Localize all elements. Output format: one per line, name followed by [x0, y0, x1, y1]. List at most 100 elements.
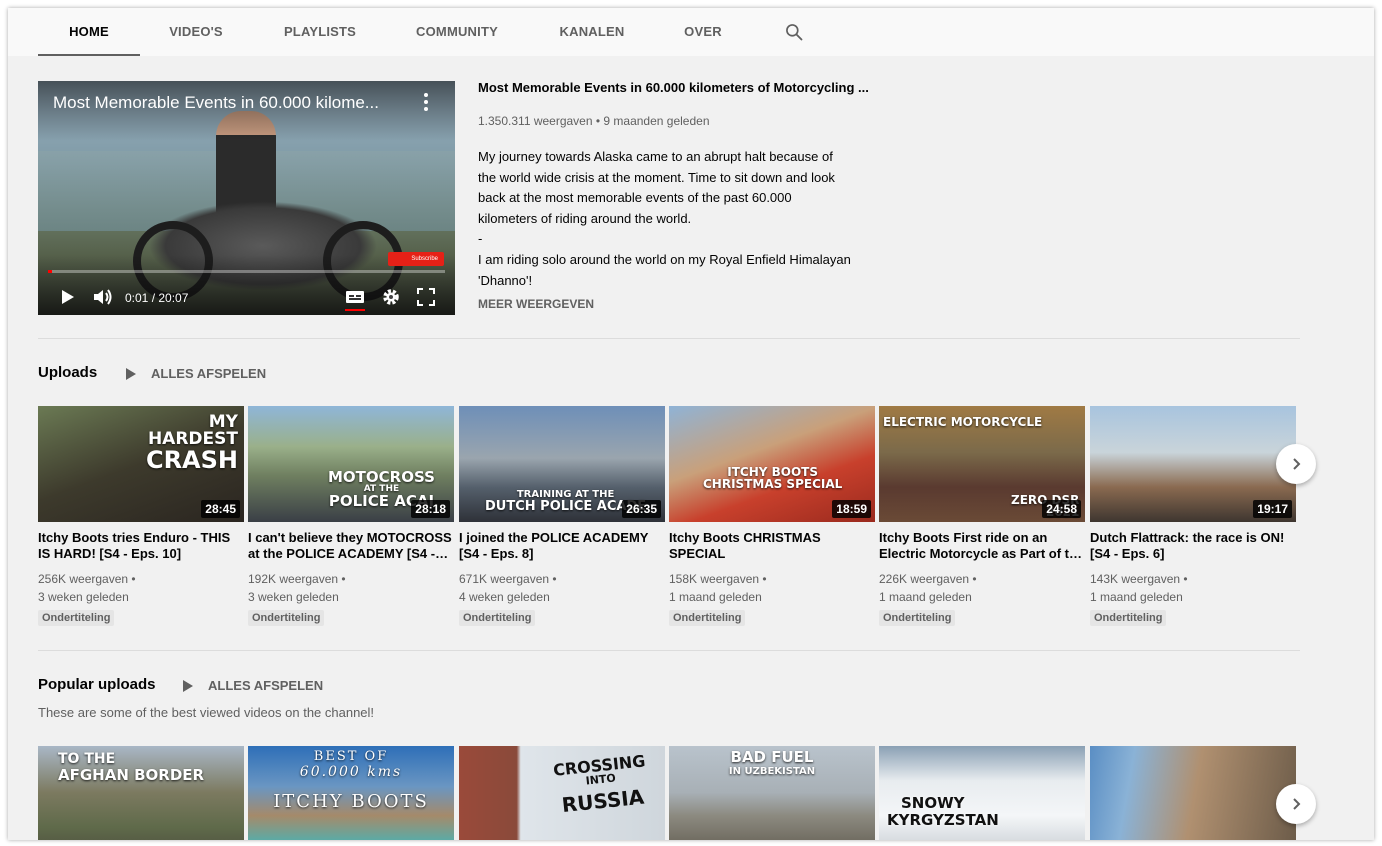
video-views: 158K weergaven •: [669, 572, 767, 586]
video-card[interactable]: MY HARDEST CRASH 28:45 Itchy Boots tries…: [38, 406, 244, 626]
subscribe-watermark[interactable]: Subscribe: [388, 252, 444, 266]
uploads-play-all-button[interactable]: ALLES AFSPELEN: [126, 364, 266, 384]
popular-play-all-button[interactable]: ALLES AFSPELEN: [183, 676, 323, 696]
video-age: 4 weken geleden: [459, 590, 550, 604]
video-title[interactable]: Itchy Boots tries Enduro - THIS IS HARD!…: [38, 530, 244, 562]
thumbnail-caption: BEST OF 60.000 kms ITCHY BOOTS: [273, 749, 429, 812]
description-line: -: [478, 231, 483, 247]
show-more-button[interactable]: MEER WEERGEVEN: [478, 297, 594, 311]
channel-page: HOME VIDEO'S PLAYLISTS COMMUNITY KANALEN…: [8, 8, 1374, 840]
gear-icon[interactable]: [381, 287, 401, 307]
video-duration: 19:17: [1253, 500, 1292, 518]
description-line: 'Dhanno'!: [478, 272, 533, 288]
video-card[interactable]: MOTOCROSS AT THE POLICE ACAI 28:18 I can…: [248, 406, 454, 626]
description-line: My journey towards Alaska came to an abr…: [478, 149, 833, 164]
video-thumbnail[interactable]: BEST OF 60.000 kms ITCHY BOOTS: [248, 746, 454, 840]
video-age: 1 maand geleden: [879, 590, 972, 604]
thumbnail-caption: CROSSING INTO RUSSIA: [552, 751, 647, 818]
thumbnail-caption: ELECTRIC MOTORCYCLE: [883, 415, 1043, 429]
tab-home[interactable]: HOME: [38, 8, 140, 56]
thumbnail-caption: SNOWY KYRGYZSTAN: [887, 794, 999, 829]
subtitles-badge: Ondertiteling: [879, 610, 956, 626]
video-card[interactable]: [1090, 746, 1296, 840]
video-card[interactable]: BAD FUEL IN UZBEKISTAN: [669, 746, 875, 840]
video-thumbnail[interactable]: BAD FUEL IN UZBEKISTAN: [669, 746, 875, 840]
video-thumbnail[interactable]: [1090, 746, 1296, 840]
video-thumbnail[interactable]: ITCHY BOOTS CHRISTMAS SPECIAL 18:59: [669, 406, 875, 522]
video-duration: 24:58: [1042, 500, 1081, 518]
popular-next-button[interactable]: [1276, 784, 1316, 824]
chevron-right-icon: [1293, 458, 1301, 470]
video-age: 3 weken geleden: [248, 590, 339, 604]
chevron-right-icon: [1293, 798, 1301, 810]
video-thumbnail[interactable]: CROSSING INTO RUSSIA: [459, 746, 665, 840]
video-duration: 26:35: [622, 500, 661, 518]
video-card[interactable]: ELECTRIC MOTORCYCLE ZERO DSR 2021 24:58 …: [879, 406, 1085, 626]
player-progress-bar[interactable]: [48, 270, 445, 273]
video-thumbnail[interactable]: TRAINING AT THE DUTCH POLICE ACADE 26:35: [459, 406, 665, 522]
video-card[interactable]: TO THE AFGHAN BORDER: [38, 746, 244, 840]
description-line: the world wide crisis at the moment. Tim…: [478, 169, 835, 185]
player-title[interactable]: Most Memorable Events in 60.000 kilome..…: [53, 93, 398, 113]
video-duration: 28:45: [201, 500, 240, 518]
video-age: 3 weken geleden: [38, 590, 129, 604]
captions-active-indicator: [345, 309, 365, 311]
video-thumbnail[interactable]: TO THE AFGHAN BORDER: [38, 746, 244, 840]
thumbnail-caption: MY HARDEST CRASH: [145, 412, 238, 474]
thumbnail-caption: TO THE AFGHAN BORDER: [58, 751, 205, 784]
description-line: kilometers of riding around the world.: [478, 210, 692, 226]
tab-channels[interactable]: KANALEN: [548, 8, 636, 56]
video-card[interactable]: TRAINING AT THE DUTCH POLICE ACADE 26:35…: [459, 406, 665, 626]
thumbnail-caption: BAD FUEL IN UZBEKISTAN: [728, 748, 816, 777]
tab-videos[interactable]: VIDEO'S: [156, 8, 236, 56]
video-title[interactable]: I can't believe they MOTOCROSS at the PO…: [248, 530, 454, 562]
video-title[interactable]: Dutch Flattrack: the race is ON! [S4 - E…: [1090, 530, 1296, 562]
popular-shelf-subtitle: These are some of the best viewed videos…: [38, 705, 375, 720]
play-all-label: ALLES AFSPELEN: [151, 366, 267, 381]
uploads-next-button[interactable]: [1276, 444, 1316, 484]
description-line: I am riding solo around the world on my …: [478, 251, 851, 267]
channel-tabs: HOME VIDEO'S PLAYLISTS COMMUNITY KANALEN…: [8, 8, 1374, 56]
play-icon[interactable]: [60, 287, 76, 307]
video-thumbnail[interactable]: 19:17: [1090, 406, 1296, 522]
featured-video-title[interactable]: Most Memorable Events in 60.000 kilomete…: [478, 80, 878, 95]
video-card[interactable]: BEST OF 60.000 kms ITCHY BOOTS: [248, 746, 454, 840]
section-divider: [38, 338, 1300, 339]
video-thumbnail[interactable]: MOTOCROSS AT THE POLICE ACAI 28:18: [248, 406, 454, 522]
popular-shelf-title[interactable]: Popular uploads: [38, 676, 156, 693]
player-progress-fill: [48, 270, 52, 273]
search-icon[interactable]: [784, 22, 804, 42]
video-thumbnail[interactable]: ELECTRIC MOTORCYCLE ZERO DSR 2021 24:58: [879, 406, 1085, 522]
subtitles-badge: Ondertiteling: [669, 610, 746, 626]
tab-community[interactable]: COMMUNITY: [404, 8, 510, 56]
video-card[interactable]: 19:17 Dutch Flattrack: the race is ON! […: [1090, 406, 1296, 626]
captions-icon[interactable]: [345, 287, 365, 307]
uploads-shelf-title[interactable]: Uploads: [38, 364, 97, 381]
play-all-label: ALLES AFSPELEN: [208, 678, 324, 693]
video-age: 1 maand geleden: [669, 590, 762, 604]
video-views: 671K weergaven •: [459, 572, 557, 586]
video-title[interactable]: I joined the POLICE ACADEMY [S4 - Eps. 8…: [459, 530, 665, 562]
video-title[interactable]: Itchy Boots CHRISTMAS SPECIAL: [669, 530, 875, 562]
subtitles-badge: Ondertiteling: [1090, 610, 1167, 626]
video-views: 192K weergaven •: [248, 572, 346, 586]
play-icon: [183, 680, 193, 692]
more-vert-icon[interactable]: [423, 93, 429, 113]
video-card[interactable]: CROSSING INTO RUSSIA: [459, 746, 665, 840]
tab-playlists[interactable]: PLAYLISTS: [270, 8, 370, 56]
tab-about[interactable]: OVER: [672, 8, 734, 56]
volume-icon[interactable]: [92, 287, 114, 307]
featured-video-player[interactable]: Most Memorable Events in 60.000 kilome..…: [38, 81, 455, 315]
video-views: 143K weergaven •: [1090, 572, 1188, 586]
video-title[interactable]: Itchy Boots First ride on an Electric Mo…: [879, 530, 1085, 562]
fullscreen-icon[interactable]: [416, 287, 436, 307]
description-line: back at the most memorable events of the…: [478, 190, 792, 206]
featured-video-meta: 1.350.311 weergaven • 9 maanden geleden: [478, 114, 710, 128]
thumbnail-caption: ITCHY BOOTS CHRISTMAS SPECIAL: [703, 465, 843, 491]
video-card[interactable]: ITCHY BOOTS CHRISTMAS SPECIAL 18:59 Itch…: [669, 406, 875, 626]
video-duration: 28:18: [411, 500, 450, 518]
video-duration: 18:59: [832, 500, 871, 518]
video-thumbnail[interactable]: SNOWY KYRGYZSTAN: [879, 746, 1085, 840]
video-thumbnail[interactable]: MY HARDEST CRASH 28:45: [38, 406, 244, 522]
video-card[interactable]: SNOWY KYRGYZSTAN: [879, 746, 1085, 840]
